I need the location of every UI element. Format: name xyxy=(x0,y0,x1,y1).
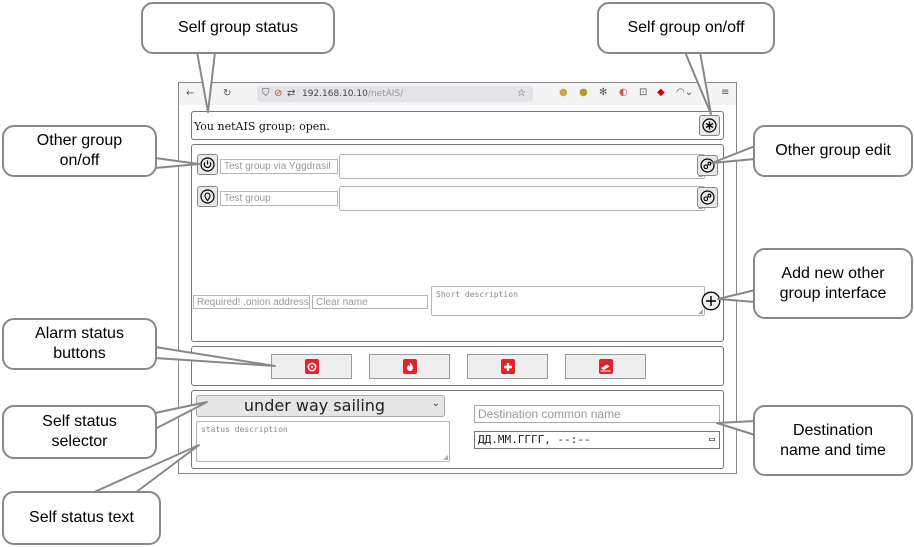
callout-self-group-status: Self group status xyxy=(141,2,335,54)
callout-other-group-onoff: Other group on/off xyxy=(2,125,157,177)
callout-destination: Destination name and time xyxy=(753,405,913,476)
callout-add-new-group: Add new other group interface xyxy=(753,248,913,319)
callout-self-status-text: Self status text xyxy=(2,491,161,545)
callout-alarm-status: Alarm status buttons xyxy=(2,318,157,370)
callout-self-group-onoff: Self group on/off xyxy=(597,2,775,54)
callout-self-status-selector: Self status selector xyxy=(2,405,157,459)
callout-other-group-edit: Other group edit xyxy=(753,125,913,177)
